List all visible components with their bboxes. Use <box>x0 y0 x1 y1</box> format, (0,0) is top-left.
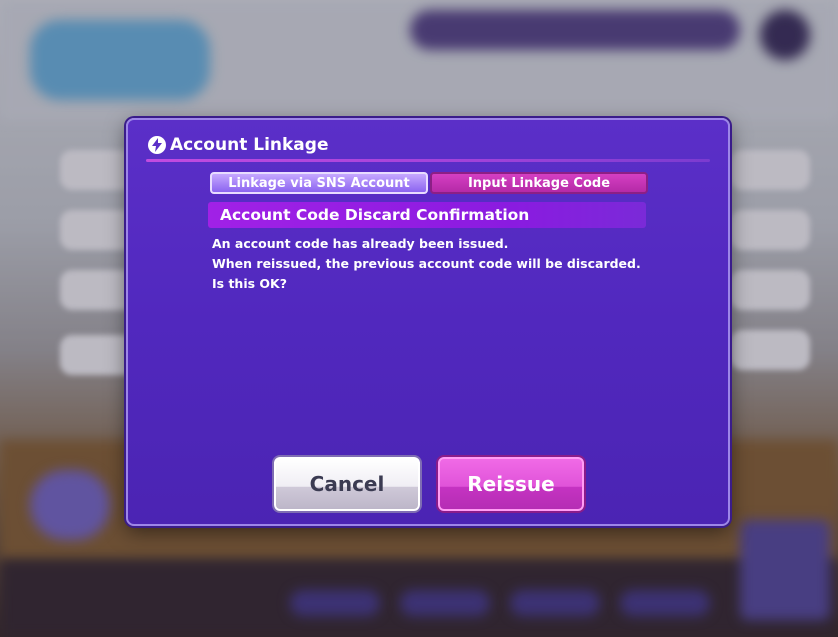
message-line: When reissued, the previous account code… <box>212 256 641 271</box>
reissue-button-label: Reissue <box>467 472 555 496</box>
section-header: Account Code Discard Confirmation <box>208 202 646 228</box>
dialog-title-text: Account Linkage <box>170 135 329 155</box>
tab-label: Input Linkage Code <box>467 175 611 191</box>
dialog-title: Account Linkage <box>148 132 328 158</box>
title-underline <box>146 159 710 162</box>
tab-label: Linkage via SNS Account <box>228 175 410 191</box>
cancel-button-label: Cancel <box>309 472 385 496</box>
reissue-button[interactable]: Reissue <box>438 457 584 511</box>
account-linkage-dialog: Account Linkage Linkage via SNS Account … <box>126 118 730 526</box>
tab-linkage-via-sns[interactable]: Linkage via SNS Account <box>210 172 428 194</box>
tab-input-linkage-code[interactable]: Input Linkage Code <box>430 172 648 194</box>
message-line: Is this OK? <box>212 276 287 291</box>
message-line: An account code has already been issued. <box>212 236 509 251</box>
cancel-button[interactable]: Cancel <box>274 457 420 511</box>
lightning-icon <box>148 136 166 154</box>
confirmation-message: An account code has already been issued.… <box>212 234 641 294</box>
linkage-tabs: Linkage via SNS Account Input Linkage Co… <box>210 172 648 194</box>
